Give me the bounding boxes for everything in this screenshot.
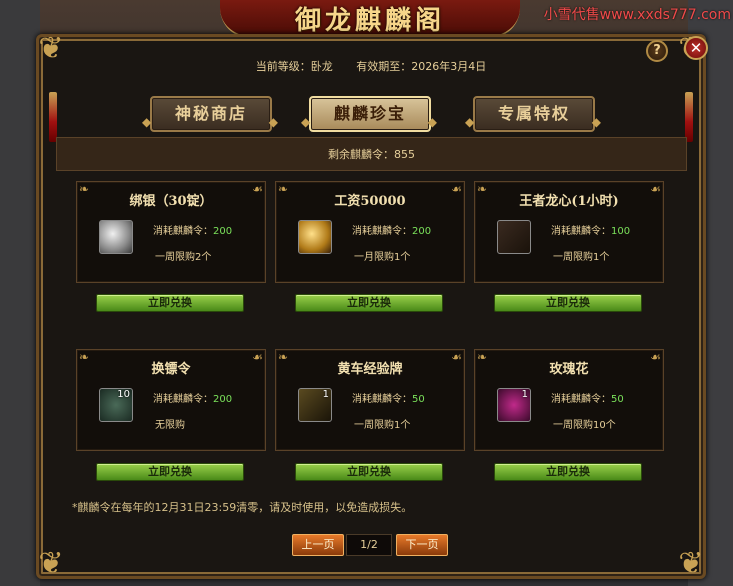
- cost-value: 200: [213, 394, 233, 405]
- cost-value: 200: [213, 226, 233, 237]
- page-indicator: 1/2: [346, 534, 392, 556]
- item-limit: 一周限购2个: [155, 252, 212, 263]
- item-count: 1: [521, 389, 528, 400]
- item-title: 绑银（30锭）: [129, 194, 213, 209]
- redeem-button[interactable]: 立即兑换: [295, 463, 443, 481]
- item-card: ❧ ☙ 王者龙心(1小时) 消耗麒麟令：100 一周限购1个: [474, 181, 664, 283]
- cost-label: 消耗麒麟令：: [153, 394, 213, 405]
- item-card: ❧ ☙ 绑银（30锭） 消耗麒麟令：200 一周限购2个: [76, 181, 266, 283]
- status-info: 当前等级：卧龙 有效期至：2026年3月4日: [36, 58, 706, 74]
- item-title: 换镖令: [151, 362, 191, 377]
- cost-label: 消耗麒麟令：: [352, 394, 412, 405]
- rose-icon[interactable]: 1: [497, 388, 531, 422]
- redeem-button[interactable]: 立即兑换: [96, 463, 244, 481]
- corner-ornament-icon: ❦: [38, 546, 64, 581]
- gold-coin-icon[interactable]: [298, 220, 332, 254]
- item-title: 王者龙心(1小时): [519, 194, 619, 209]
- cost-value: 200: [412, 226, 432, 237]
- cost-label: 消耗麒麟令：: [352, 226, 412, 237]
- item-limit: 无限购: [155, 420, 185, 431]
- item-cost: 消耗麒麟令：50: [551, 390, 624, 405]
- prev-page-button[interactable]: 上一页: [292, 534, 344, 556]
- item-cost: 消耗麒麟令：200: [153, 390, 232, 405]
- redeem-button[interactable]: 立即兑换: [494, 463, 642, 481]
- item-cost: 消耗麒麟令：200: [153, 222, 232, 237]
- next-page-button[interactable]: 下一页: [396, 534, 448, 556]
- cost-value: 50: [412, 394, 425, 405]
- item-card: ❧ ☙ 换镖令 10 消耗麒麟令：200 无限购: [76, 349, 266, 451]
- item-limit: 一周限购1个: [354, 420, 411, 431]
- item-cost: 消耗麒麟令：100: [551, 222, 630, 237]
- item-card: ❧ ☙ 玫瑰花 1 消耗麒麟令：50 一周限购10个: [474, 349, 664, 451]
- item-count: 10: [117, 389, 130, 400]
- tab-qilin-treasure[interactable]: 麒麟珍宝: [301, 96, 439, 138]
- title-banner: 御龙麒麟阁: [220, 0, 520, 38]
- yellow-cart-icon[interactable]: 1: [298, 388, 332, 422]
- cost-label: 消耗麒麟令：: [153, 226, 213, 237]
- redeem-button[interactable]: 立即兑换: [96, 294, 244, 312]
- item-limit: 一周限购10个: [553, 420, 616, 431]
- item-cost: 消耗麒麟令：50: [352, 390, 425, 405]
- cost-label: 消耗麒麟令：: [551, 226, 611, 237]
- escort-token-icon[interactable]: 10: [99, 388, 133, 422]
- item-card: ❧ ☙ 黄车经验牌 1 消耗麒麟令：50 一周限购1个: [275, 349, 465, 451]
- item-limit: 一周限购1个: [553, 252, 610, 263]
- dragon-heart-icon[interactable]: [497, 220, 531, 254]
- silver-ingot-icon[interactable]: [99, 220, 133, 254]
- tab-exclusive-privilege[interactable]: 专属特权: [465, 96, 603, 138]
- item-card: ❧ ☙ 工资50000 消耗麒麟令：200 一月限购1个: [275, 181, 465, 283]
- item-title: 黄车经验牌: [337, 362, 403, 377]
- tassel-left: [49, 92, 57, 142]
- close-button[interactable]: ✕: [684, 36, 708, 60]
- tassel-right: [685, 92, 693, 142]
- item-cost: 消耗麒麟令：200: [352, 222, 431, 237]
- cost-value: 50: [611, 394, 624, 405]
- current-level: 当前等级：卧龙: [255, 60, 333, 73]
- item-count: 1: [322, 389, 329, 400]
- redeem-button[interactable]: 立即兑换: [295, 294, 443, 312]
- cost-value: 100: [611, 226, 631, 237]
- corner-ornament-icon: ❦: [678, 546, 704, 581]
- item-title: 玫瑰花: [549, 362, 589, 377]
- watermark-text: 小雪代售www.xxds777.com: [543, 7, 731, 23]
- footnote: *麒麟令在每年的12月31日23:59清零，请及时使用，以免造成损失。: [72, 501, 413, 514]
- cost-label: 消耗麒麟令：: [551, 394, 611, 405]
- item-limit: 一月限购1个: [354, 252, 411, 263]
- tab-mystery-shop[interactable]: 神秘商店: [142, 96, 280, 138]
- expiry-date: 有效期至：2026年3月4日: [356, 60, 487, 73]
- redeem-button[interactable]: 立即兑换: [494, 294, 642, 312]
- remaining-tokens: 剩余麒麟令：855: [56, 137, 687, 171]
- item-title: 工资50000: [334, 194, 406, 209]
- banner-title: 御龙麒麟阁: [294, 5, 445, 36]
